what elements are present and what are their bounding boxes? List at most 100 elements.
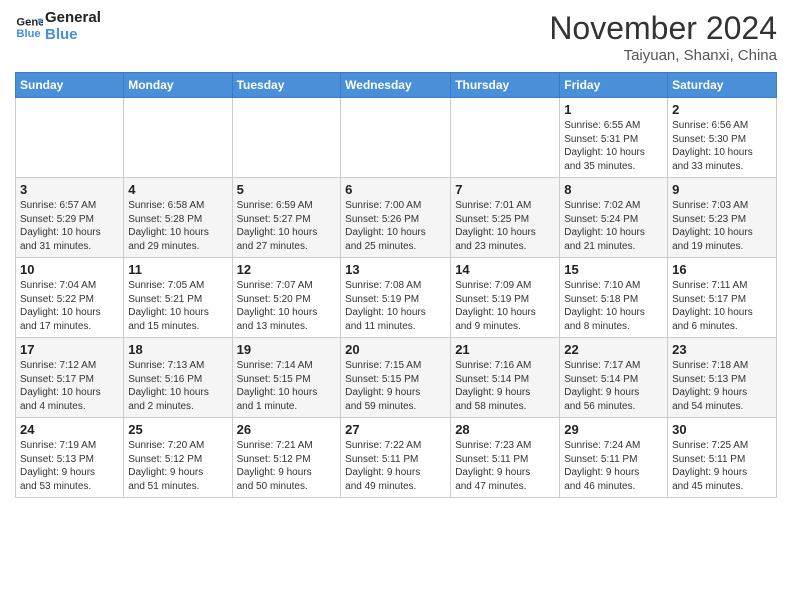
weekday-header-wednesday: Wednesday — [341, 73, 451, 98]
day-number: 29 — [564, 422, 663, 437]
week-row-1: 1 Sunrise: 6:55 AM Sunset: 5:31 PM Daylig… — [16, 98, 777, 178]
day-number: 5 — [237, 182, 337, 197]
day-info: Sunrise: 7:17 AM Sunset: 5:14 PM Dayligh… — [564, 359, 663, 413]
day-info: Sunrise: 7:04 AM Sunset: 5:22 PM Dayligh… — [20, 279, 119, 333]
day-number: 13 — [345, 262, 446, 277]
day-number: 15 — [564, 262, 663, 277]
weekday-header-thursday: Thursday — [451, 73, 560, 98]
day-cell: 5 Sunrise: 6:59 AM Sunset: 5:27 PM Daylig… — [232, 178, 341, 258]
day-number: 2 — [672, 102, 772, 117]
day-cell: 26Sunrise: 7:21 AM Sunset: 5:12 PM Dayli… — [232, 418, 341, 498]
day-number: 10 — [20, 262, 119, 277]
day-info: Sunrise: 7:00 AM Sunset: 5:26 PM Dayligh… — [345, 199, 446, 253]
weekday-header-tuesday: Tuesday — [232, 73, 341, 98]
day-info: Sunrise: 6:58 AM Sunset: 5:28 PM Dayligh… — [128, 199, 227, 253]
day-cell: 16Sunrise: 7:11 AM Sunset: 5:17 PM Dayli… — [668, 258, 777, 338]
day-info: Sunrise: 7:03 AM Sunset: 5:23 PM Dayligh… — [672, 199, 772, 253]
day-cell: 3 Sunrise: 6:57 AM Sunset: 5:29 PM Daylig… — [16, 178, 124, 258]
day-number: 4 — [128, 182, 227, 197]
day-cell — [232, 98, 341, 178]
weekday-header-saturday: Saturday — [668, 73, 777, 98]
day-cell: 28 Sunrise: 7:23 AM Sunset: 5:11 PM Dayli… — [451, 418, 560, 498]
day-cell — [16, 98, 124, 178]
day-info: Sunrise: 7:18 AM Sunset: 5:13 PM Dayligh… — [672, 359, 772, 413]
day-info: Sunrise: 7:20 AM Sunset: 5:12 PM Dayligh… — [128, 439, 227, 493]
day-cell: 19 Sunrise: 7:14 AM Sunset: 5:15 PM Dayli… — [232, 338, 341, 418]
week-row-2: 3 Sunrise: 6:57 AM Sunset: 5:29 PM Daylig… — [16, 178, 777, 258]
day-number: 21 — [455, 342, 555, 357]
day-cell: 11Sunrise: 7:05 AM Sunset: 5:21 PM Dayli… — [124, 258, 232, 338]
calendar-table: SundayMondayTuesdayWednesdayThursdayFrid… — [15, 72, 777, 498]
day-info: Sunrise: 6:57 AM Sunset: 5:29 PM Dayligh… — [20, 199, 119, 253]
day-cell — [341, 98, 451, 178]
day-info: Sunrise: 7:21 AM Sunset: 5:12 PM Dayligh… — [237, 439, 337, 493]
day-info: Sunrise: 7:11 AM Sunset: 5:17 PM Dayligh… — [672, 279, 772, 333]
day-info: Sunrise: 7:16 AM Sunset: 5:14 PM Dayligh… — [455, 359, 555, 413]
day-cell: 22 Sunrise: 7:17 AM Sunset: 5:14 PM Dayli… — [560, 338, 668, 418]
day-number: 19 — [237, 342, 337, 357]
day-info: Sunrise: 7:12 AM Sunset: 5:17 PM Dayligh… — [20, 359, 119, 413]
day-number: 3 — [20, 182, 119, 197]
day-info: Sunrise: 7:08 AM Sunset: 5:19 PM Dayligh… — [345, 279, 446, 333]
day-info: Sunrise: 7:19 AM Sunset: 5:13 PM Dayligh… — [20, 439, 119, 493]
day-number: 11 — [128, 262, 227, 277]
day-cell: 14 Sunrise: 7:09 AM Sunset: 5:19 PM Dayli… — [451, 258, 560, 338]
day-cell: 29Sunrise: 7:24 AM Sunset: 5:11 PM Dayli… — [560, 418, 668, 498]
title-area: November 2024 Taiyuan, Shanxi, China — [549, 10, 777, 64]
day-number: 14 — [455, 262, 555, 277]
day-cell: 18 Sunrise: 7:13 AM Sunset: 5:16 PM Dayli… — [124, 338, 232, 418]
day-number: 22 — [564, 342, 663, 357]
day-info: Sunrise: 7:14 AM Sunset: 5:15 PM Dayligh… — [237, 359, 337, 413]
day-number: 23 — [672, 342, 772, 357]
logo-icon: General Blue — [15, 13, 43, 41]
day-number: 25 — [128, 422, 227, 437]
day-cell: 30 Sunrise: 7:25 AM Sunset: 5:11 PM Dayli… — [668, 418, 777, 498]
day-info: Sunrise: 7:25 AM Sunset: 5:11 PM Dayligh… — [672, 439, 772, 493]
day-cell: 7 Sunrise: 7:01 AM Sunset: 5:25 PM Daylig… — [451, 178, 560, 258]
logo-text-line2: Blue — [45, 27, 101, 44]
day-number: 30 — [672, 422, 772, 437]
day-cell — [124, 98, 232, 178]
svg-text:General: General — [16, 16, 43, 28]
week-row-4: 17Sunrise: 7:12 AM Sunset: 5:17 PM Dayli… — [16, 338, 777, 418]
week-row-3: 10 Sunrise: 7:04 AM Sunset: 5:22 PM Dayli… — [16, 258, 777, 338]
day-number: 18 — [128, 342, 227, 357]
day-number: 7 — [455, 182, 555, 197]
day-cell: 13 Sunrise: 7:08 AM Sunset: 5:19 PM Dayli… — [341, 258, 451, 338]
calendar-container: General Blue General Blue November 2024 … — [0, 0, 792, 508]
day-info: Sunrise: 7:13 AM Sunset: 5:16 PM Dayligh… — [128, 359, 227, 413]
weekday-header-sunday: Sunday — [16, 73, 124, 98]
day-info: Sunrise: 6:56 AM Sunset: 5:30 PM Dayligh… — [672, 119, 772, 173]
day-info: Sunrise: 7:15 AM Sunset: 5:15 PM Dayligh… — [345, 359, 446, 413]
day-cell — [451, 98, 560, 178]
day-info: Sunrise: 7:22 AM Sunset: 5:11 PM Dayligh… — [345, 439, 446, 493]
day-info: Sunrise: 7:09 AM Sunset: 5:19 PM Dayligh… — [455, 279, 555, 333]
day-cell: 6 Sunrise: 7:00 AM Sunset: 5:26 PM Daylig… — [341, 178, 451, 258]
day-cell: 12Sunrise: 7:07 AM Sunset: 5:20 PM Dayli… — [232, 258, 341, 338]
day-info: Sunrise: 7:01 AM Sunset: 5:25 PM Dayligh… — [455, 199, 555, 253]
month-title: November 2024 — [549, 10, 777, 47]
week-row-5: 24 Sunrise: 7:19 AM Sunset: 5:13 PM Dayli… — [16, 418, 777, 498]
day-info: Sunrise: 7:23 AM Sunset: 5:11 PM Dayligh… — [455, 439, 555, 493]
day-cell: 9 Sunrise: 7:03 AM Sunset: 5:23 PM Daylig… — [668, 178, 777, 258]
day-cell: 21 Sunrise: 7:16 AM Sunset: 5:14 PM Dayli… — [451, 338, 560, 418]
day-cell: 1 Sunrise: 6:55 AM Sunset: 5:31 PM Daylig… — [560, 98, 668, 178]
day-info: Sunrise: 6:55 AM Sunset: 5:31 PM Dayligh… — [564, 119, 663, 173]
calendar-header: General Blue General Blue November 2024 … — [15, 10, 777, 64]
day-cell: 24 Sunrise: 7:19 AM Sunset: 5:13 PM Dayli… — [16, 418, 124, 498]
day-info: Sunrise: 7:02 AM Sunset: 5:24 PM Dayligh… — [564, 199, 663, 253]
day-info: Sunrise: 6:59 AM Sunset: 5:27 PM Dayligh… — [237, 199, 337, 253]
day-number: 24 — [20, 422, 119, 437]
day-cell: 17Sunrise: 7:12 AM Sunset: 5:17 PM Dayli… — [16, 338, 124, 418]
weekday-header-friday: Friday — [560, 73, 668, 98]
day-number: 9 — [672, 182, 772, 197]
day-number: 6 — [345, 182, 446, 197]
day-number: 1 — [564, 102, 663, 117]
svg-text:Blue: Blue — [16, 27, 40, 39]
day-number: 28 — [455, 422, 555, 437]
weekday-header-monday: Monday — [124, 73, 232, 98]
day-number: 27 — [345, 422, 446, 437]
logo: General Blue General Blue — [15, 10, 101, 43]
day-cell: 8Sunrise: 7:02 AM Sunset: 5:24 PM Daylig… — [560, 178, 668, 258]
weekday-header-row: SundayMondayTuesdayWednesdayThursdayFrid… — [16, 73, 777, 98]
